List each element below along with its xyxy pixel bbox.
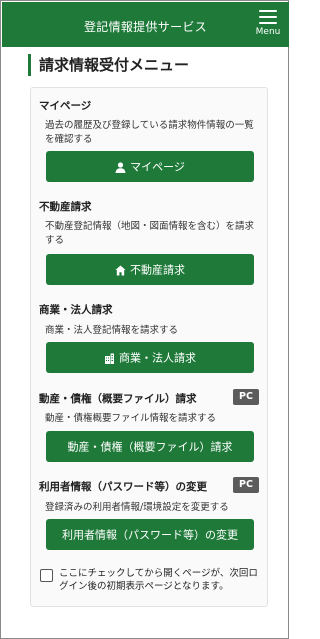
section-desc-real-estate: 不動産登記情報（地図・図面情報を含む）を請求する: [45, 221, 255, 246]
app-header: 登記情報提供サービス Menu: [2, 2, 289, 47]
service-title: 登記情報提供サービス: [83, 20, 207, 34]
section-title-real-estate: 不動産請求: [39, 201, 92, 213]
section-desc-commercial: 商業・法人登記情報を請求する: [45, 325, 179, 336]
commercial-request-button[interactable]: 商業・法人請求: [46, 342, 254, 373]
section-desc-movables: 動産・債権概要ファイル情報を請求する: [45, 413, 217, 424]
menu-button[interactable]: Menu: [253, 8, 283, 42]
mypage-button-label: マイページ: [130, 160, 185, 174]
movables-button-label: 動産・債権（概要ファイル）請求: [67, 440, 233, 454]
section-desc-user-info: 登録済みの利用者情報/環境設定を変更する: [45, 502, 229, 513]
menu-label: Menu: [255, 27, 281, 37]
commercial-button-label: 商業・法人請求: [119, 351, 196, 365]
hamburger-icon: [259, 10, 277, 24]
page-title: 請求情報受付メニュー: [28, 54, 189, 76]
user-info-button-label: 利用者情報（パスワード等）の変更: [62, 528, 238, 542]
house-icon: [115, 265, 126, 275]
pc-badge: PC: [233, 477, 259, 493]
app-frame: 登記情報提供サービス Menu 請求情報受付メニュー マイページ 過去の履歴及び…: [0, 0, 289, 639]
mypage-button[interactable]: マイページ: [46, 151, 254, 182]
user-info-change-button[interactable]: 利用者情報（パスワード等）の変更: [46, 519, 254, 550]
section-title-movables: 動産・債権（概要ファイル）請求: [39, 393, 197, 405]
default-page-checkbox-label[interactable]: ここにチェックしてから開くページが、次回ログイン後の初期表示ページとなります。: [59, 567, 264, 593]
section-desc-mypage: 過去の履歴及び登録している請求物件情報の一覧を確認する: [45, 120, 254, 145]
section-title-user-info: 利用者情報（パスワード等）の変更: [39, 481, 207, 493]
section-title-commercial: 商業・法人請求: [39, 304, 113, 316]
building-icon: [105, 353, 114, 364]
real-estate-request-button[interactable]: 不動産請求: [46, 254, 254, 285]
pc-badge: PC: [233, 389, 259, 405]
movables-request-button[interactable]: 動産・債権（概要ファイル）請求: [46, 431, 254, 462]
real-estate-button-label: 不動産請求: [130, 263, 185, 277]
section-title-mypage: マイページ: [39, 100, 92, 112]
request-menu-panel: マイページ 過去の履歴及び登録している請求物件情報の一覧を確認する マイページ …: [30, 87, 268, 607]
default-page-checkbox[interactable]: [40, 569, 53, 582]
person-icon: [115, 161, 126, 173]
